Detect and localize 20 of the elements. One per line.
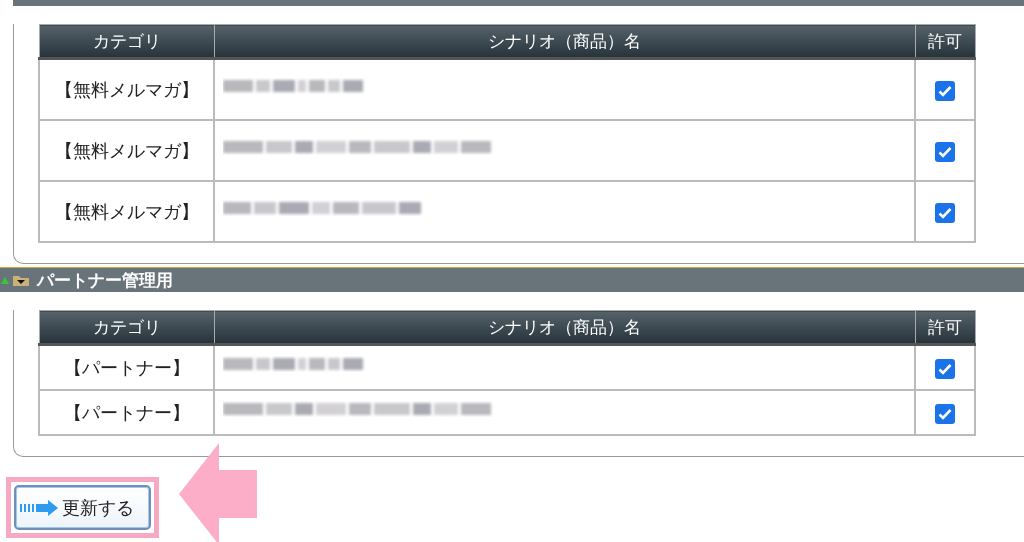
checkbox[interactable] [935,358,955,379]
table-cell: 【パートナー】 [39,344,214,390]
checkbox[interactable] [935,141,955,162]
column-header: シナリオ（商品）名 [214,24,915,59]
checkbox[interactable] [935,80,955,101]
table-cell: 【無料メルマガ】 [39,58,214,120]
column-header: 許可 [915,24,975,59]
column-header: 許可 [915,310,975,345]
column-header: カテゴリ [39,24,214,59]
checkbox[interactable] [935,403,955,424]
table-cell: 【パートナー】 [39,390,214,435]
table-cell: 【無料メルマガ】 [39,120,214,181]
arrow-icon [20,499,58,516]
column-header: カテゴリ [39,310,214,345]
checkbox[interactable] [935,202,955,223]
table-cell: 【無料メルマガ】 [39,181,214,242]
column-header: シナリオ（商品）名 [214,310,915,345]
section-title: パートナー管理用 [37,268,173,292]
update-button[interactable]: 更新する [14,485,151,530]
collapse-icon[interactable] [1,274,31,286]
